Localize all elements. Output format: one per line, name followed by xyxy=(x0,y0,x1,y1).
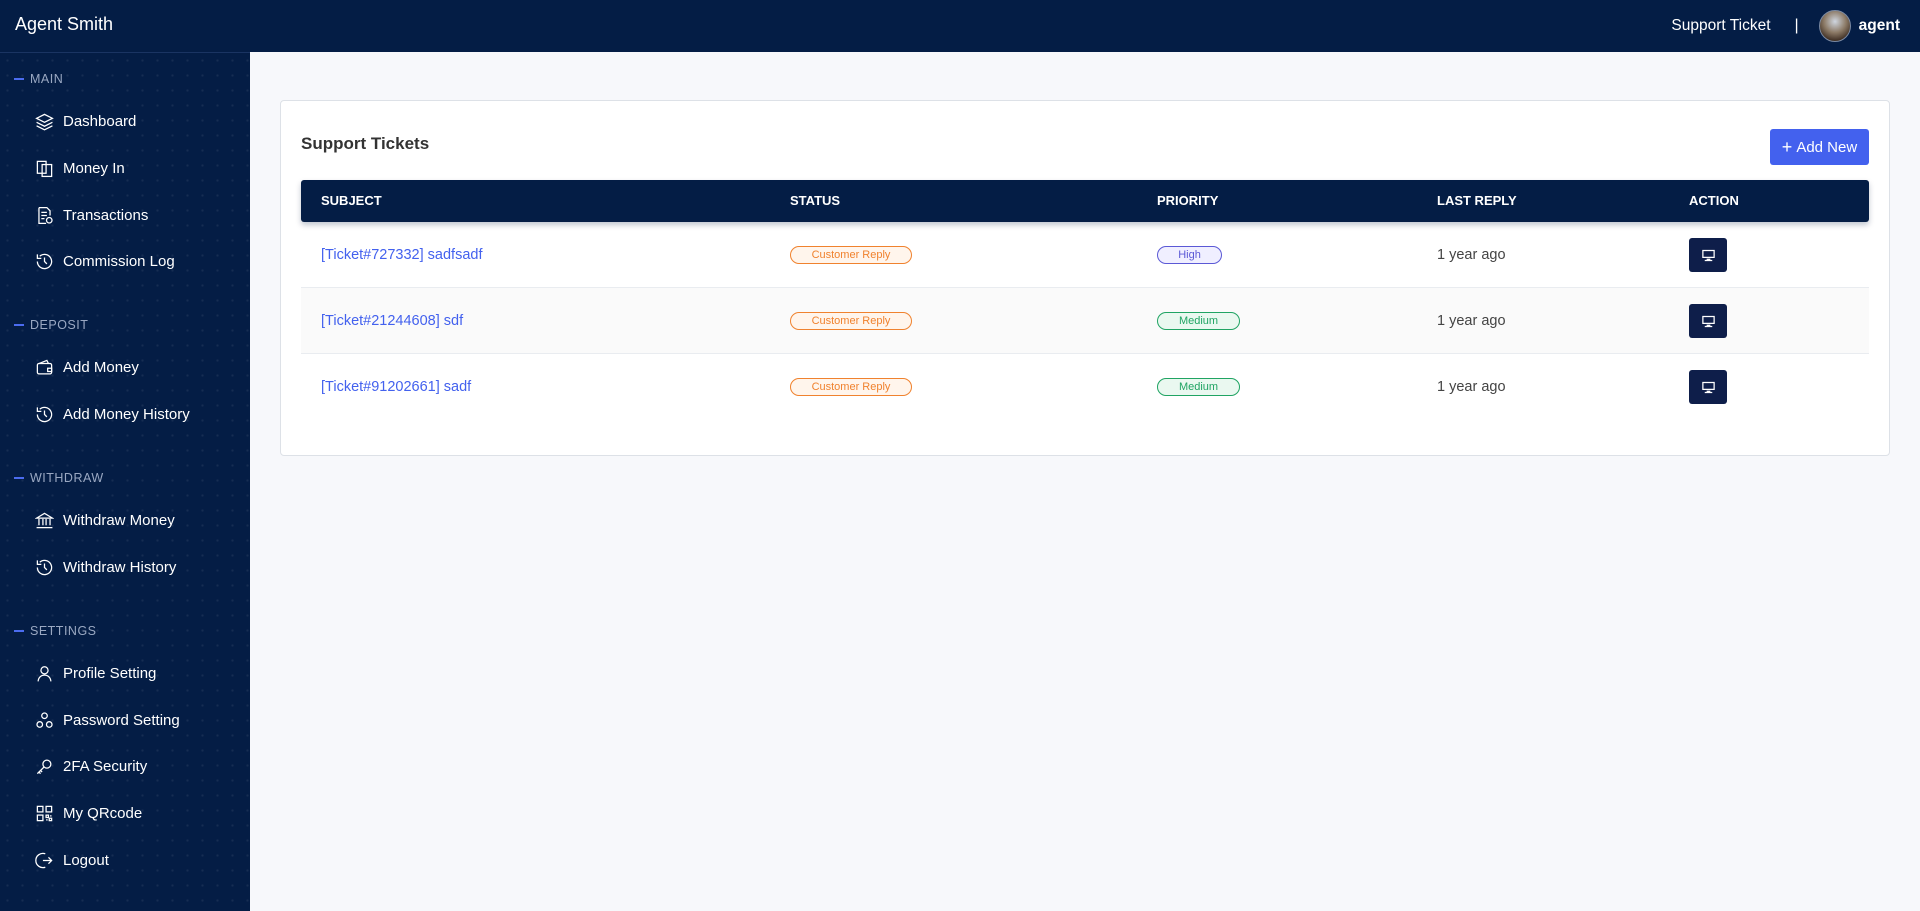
last-reply-text: 1 year ago xyxy=(1437,247,1506,263)
sidebar-item-label: Logout xyxy=(63,851,109,869)
add-new-button[interactable]: + Add New xyxy=(1770,129,1869,165)
status-badge: Customer Reply xyxy=(790,246,912,264)
section-title: DEPOSIT xyxy=(30,318,89,332)
copy-icon xyxy=(34,158,54,178)
desktop-icon xyxy=(1701,381,1715,393)
column-header-status[interactable]: STATUS xyxy=(790,180,840,222)
receipt-icon xyxy=(34,205,54,225)
sidebar-item-my-qrcode[interactable]: My QRcode xyxy=(34,798,239,828)
view-ticket-button[interactable] xyxy=(1689,370,1727,404)
qrcode-icon xyxy=(34,803,54,823)
sidebar-item-label: Commission Log xyxy=(63,252,175,270)
section-dash xyxy=(14,324,24,326)
top-right-menu: Support Ticket | agent xyxy=(1671,0,1900,52)
sidebar-item-add-money[interactable]: Add Money xyxy=(34,352,239,382)
column-header-subject[interactable]: SUBJECT xyxy=(321,180,382,222)
section-dash xyxy=(14,630,24,632)
avatar[interactable] xyxy=(1818,10,1851,42)
sidebar-item-label: Add Money xyxy=(63,358,139,376)
view-ticket-button[interactable] xyxy=(1689,304,1727,338)
history-icon xyxy=(34,251,54,271)
section-dash xyxy=(14,477,24,479)
desktop-icon xyxy=(1701,249,1715,261)
sidebar-item-label: My QRcode xyxy=(63,804,143,822)
bank-icon xyxy=(34,510,54,530)
sidebar-section-deposit: DEPOSIT xyxy=(14,318,88,332)
sidebar-item-label: Withdraw History xyxy=(63,558,177,576)
section-title: SETTINGS xyxy=(30,624,97,638)
sidebar-item-transactions[interactable]: Transactions xyxy=(34,200,239,230)
sidebar-item-2fa-security[interactable]: 2FA Security xyxy=(34,751,239,781)
desktop-icon xyxy=(1701,315,1715,327)
user-name[interactable]: agent xyxy=(1859,17,1900,35)
last-reply-text: 1 year ago xyxy=(1437,313,1506,329)
ticket-subject-link[interactable]: [Ticket#727332] sadfsadf xyxy=(321,247,482,263)
section-title: MAIN xyxy=(30,72,64,86)
sidebar-item-money-in[interactable]: Money In xyxy=(34,153,239,183)
priority-badge: Medium xyxy=(1157,312,1240,330)
sidebar-item-label: Add Money History xyxy=(63,405,190,423)
priority-badge: Medium xyxy=(1157,378,1240,396)
sidebar-item-logout[interactable]: Logout xyxy=(34,845,239,875)
history-icon xyxy=(34,557,54,577)
sidebar-item-label: Transactions xyxy=(63,206,149,224)
priority-badge: High xyxy=(1157,246,1222,264)
sidebar-item-label: Dashboard xyxy=(63,112,137,130)
plus-icon: + xyxy=(1781,137,1793,157)
sidebar-item-label: Money In xyxy=(63,159,125,177)
sidebar-item-add-money-history[interactable]: Add Money History xyxy=(34,399,239,429)
sidebar-item-dashboard[interactable]: Dashboard xyxy=(34,106,239,136)
sidebar-item-label: 2FA Security xyxy=(63,757,148,775)
table-row: [Ticket#727332] sadfsadf Customer Reply … xyxy=(301,222,1869,288)
history-icon xyxy=(34,404,54,424)
support-ticket-link[interactable]: Support Ticket xyxy=(1671,17,1770,35)
sidebar-item-label: Withdraw Money xyxy=(63,511,175,529)
section-title: WITHDRAW xyxy=(30,471,104,485)
ticket-subject-link[interactable]: [Ticket#21244608] sdf xyxy=(321,313,463,329)
column-header-last-reply[interactable]: LAST REPLY xyxy=(1437,180,1517,222)
key-icon xyxy=(34,756,54,776)
sidebar-item-label: Password Setting xyxy=(63,711,180,729)
status-badge: Customer Reply xyxy=(790,312,912,330)
table-row: [Ticket#91202661] sadf Customer Reply Me… xyxy=(301,354,1869,420)
table-header: SUBJECT STATUS PRIORITY LAST REPLY ACTIO… xyxy=(301,180,1869,222)
nav-separator: | xyxy=(1794,17,1799,34)
sidebar: MAIN Dashboard Money In Transactions Com… xyxy=(0,52,250,911)
add-new-label: Add New xyxy=(1796,138,1858,156)
status-badge: Customer Reply xyxy=(790,378,912,396)
sidebar-item-password-setting[interactable]: Password Setting xyxy=(34,705,239,735)
sidebar-item-profile-setting[interactable]: Profile Setting xyxy=(34,658,239,688)
section-dash xyxy=(14,78,24,80)
sidebar-section-settings: SETTINGS xyxy=(14,624,97,638)
sidebar-item-label: Profile Setting xyxy=(63,664,157,682)
user-icon xyxy=(34,663,54,683)
layers-icon xyxy=(34,111,54,131)
page-title: Support Tickets xyxy=(301,134,430,153)
wallet-icon xyxy=(34,357,54,377)
top-navbar: Agent Smith Support Ticket | agent xyxy=(0,0,1920,52)
brand-name[interactable]: Agent Smith xyxy=(15,14,113,35)
column-header-action[interactable]: ACTION xyxy=(1689,180,1739,222)
logout-icon xyxy=(34,850,54,870)
sidebar-item-withdraw-history[interactable]: Withdraw History xyxy=(34,552,239,582)
column-header-priority[interactable]: PRIORITY xyxy=(1157,180,1218,222)
support-tickets-card: Support Tickets + Add New SUBJECT STATUS… xyxy=(280,100,1890,456)
sidebar-item-commission-log[interactable]: Commission Log xyxy=(34,246,239,276)
sidebar-section-withdraw: WITHDRAW xyxy=(14,471,104,485)
sidebar-section-main: MAIN xyxy=(14,72,63,86)
last-reply-text: 1 year ago xyxy=(1437,379,1506,395)
ticket-subject-link[interactable]: [Ticket#91202661] sadf xyxy=(321,379,471,395)
table-row: [Ticket#21244608] sdf Customer Reply Med… xyxy=(301,288,1869,354)
password-icon xyxy=(34,710,54,730)
sidebar-item-withdraw-money[interactable]: Withdraw Money xyxy=(34,505,239,535)
view-ticket-button[interactable] xyxy=(1689,238,1727,272)
